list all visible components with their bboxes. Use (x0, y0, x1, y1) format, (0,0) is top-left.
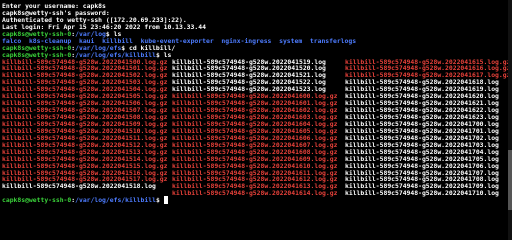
terminal-window[interactable]: Enter your username: capk8s capk8s@wetty… (0, 0, 512, 240)
prompt-user-host: capk8s@wetty-ssh-0 (2, 196, 72, 205)
scroll-thumb[interactable] (508, 150, 512, 210)
prompt-path: /var/log/efs/killbill (75, 196, 156, 205)
cursor (163, 196, 168, 205)
file-entry: killbill-589c574948-g528w.2022041710.log (345, 189, 499, 198)
file-entry: killbill-589c574948-g528w.2022041614.log… (172, 189, 338, 198)
file-entry: killbill-589c574948-g528w.2022041518.log (2, 182, 156, 191)
scrollbar[interactable] (508, 0, 512, 240)
dir-entry: nginx-ingress (221, 36, 272, 45)
prompt-line-4[interactable]: capk8s@wetty-ssh-0:/var/log/efs/killbill… (0, 196, 512, 205)
dir-entry: transferlogs (309, 36, 357, 45)
dir-entry: system (279, 36, 303, 45)
file-listing: killbill-589c574948-g528w.2022041500.log… (0, 58, 512, 198)
